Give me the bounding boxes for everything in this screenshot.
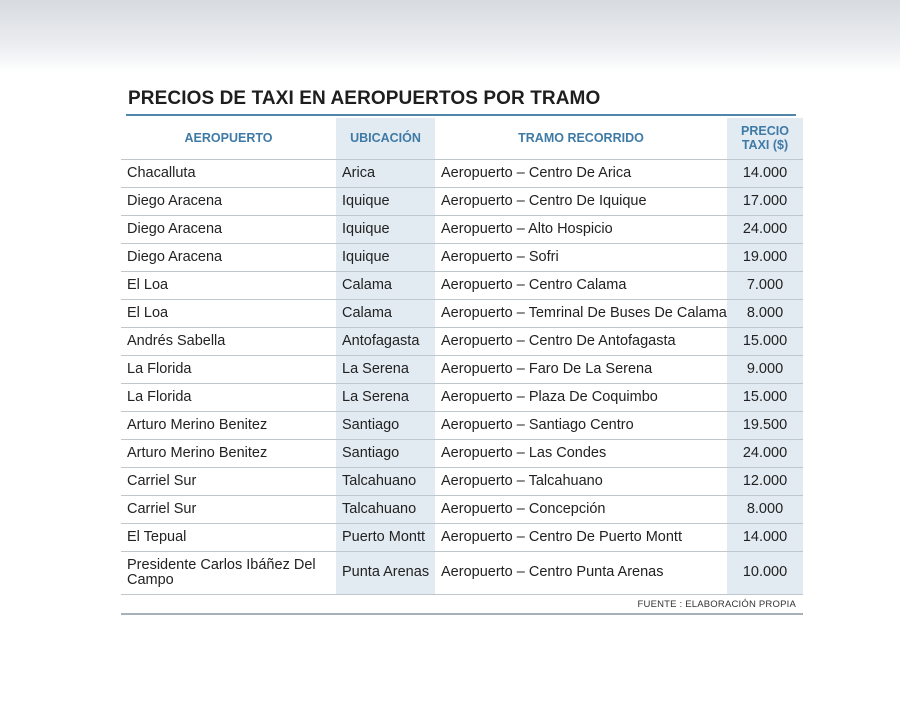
cell-location: Punta Arenas <box>336 551 435 595</box>
cell-location: La Serena <box>336 383 435 412</box>
table-row: La Florida La Serena Aeropuerto – Faro De … <box>121 355 803 384</box>
cell-route: Aeropuerto – Centro De Arica <box>435 159 727 188</box>
cell-price: 9.000 <box>727 355 803 384</box>
cell-location: Antofagasta <box>336 327 435 356</box>
cell-route: Aeropuerto – Plaza De Coquimbo <box>435 383 727 412</box>
table-row: Diego Aracena Iquique Aeropuerto – Alto Ho… <box>121 215 803 244</box>
cell-route: Aeropuerto – Centro Punta Arenas <box>435 551 727 595</box>
cell-price: 15.000 <box>727 327 803 356</box>
cell-airport: Diego Aracena <box>121 243 336 272</box>
cell-airport: Andrés Sabella <box>121 327 336 356</box>
column-header-airport: AEROPUERTO <box>121 118 336 160</box>
price-header-line1: PRECIO <box>741 124 789 139</box>
table-header: AEROPUERTO UBICACIÓN TRAMO RECORRIDO PRE… <box>121 118 803 160</box>
cell-price: 15.000 <box>727 383 803 412</box>
cell-location: Iquique <box>336 243 435 272</box>
table-row: Diego Aracena Iquique Aeropuerto – Sofri 19… <box>121 243 803 272</box>
column-header-route: TRAMO RECORRIDO <box>435 118 727 160</box>
cell-airport: El Loa <box>121 271 336 300</box>
cell-price: 19.500 <box>727 411 803 440</box>
table-row: Arturo Merino Benitez Santiago Aeropuerto … <box>121 411 803 440</box>
cell-price: 14.000 <box>727 523 803 552</box>
cell-route: Aeropuerto – Centro De Antofagasta <box>435 327 727 356</box>
cell-location: Santiago <box>336 411 435 440</box>
cell-airport: Carriel Sur <box>121 467 336 496</box>
cell-route: Aeropuerto – Las Condes <box>435 439 727 468</box>
cell-price: 14.000 <box>727 159 803 188</box>
cell-airport: El Loa <box>121 299 336 328</box>
cell-location: Arica <box>336 159 435 188</box>
cell-airport: El Tepual <box>121 523 336 552</box>
table-row: Presidente Carlos Ibáñez Del Campo Punta … <box>121 551 803 595</box>
table-row: Andrés Sabella Antofagasta Aeropuerto – Ce… <box>121 327 803 356</box>
cell-route: Aeropuerto – Concepción <box>435 495 727 524</box>
table-body: Chacalluta Arica Aeropuerto – Centro De Ar… <box>121 159 803 595</box>
cell-price: 17.000 <box>727 187 803 216</box>
cell-route: Aeropuerto – Talcahuano <box>435 467 727 496</box>
table-row: Diego Aracena Iquique Aeropuerto – Centro … <box>121 187 803 216</box>
cell-route: Aeropuerto – Centro De Iquique <box>435 187 727 216</box>
cell-price: 8.000 <box>727 299 803 328</box>
cell-route: Aeropuerto – Faro De La Serena <box>435 355 727 384</box>
bottom-divider <box>121 613 803 615</box>
cell-route: Aeropuerto – Alto Hospicio <box>435 215 727 244</box>
cell-location: Puerto Montt <box>336 523 435 552</box>
top-gradient-band <box>0 0 900 72</box>
cell-airport: La Florida <box>121 355 336 384</box>
cell-price: 19.000 <box>727 243 803 272</box>
table-row: El Loa Calama Aeropuerto – Temrinal De Bus… <box>121 299 803 328</box>
column-header-location: UBICACIÓN <box>336 118 435 160</box>
cell-route: Aeropuerto – Centro Calama <box>435 271 727 300</box>
cell-price: 8.000 <box>727 495 803 524</box>
cell-route: Aeropuerto – Centro De Puerto Montt <box>435 523 727 552</box>
cell-airport: Carriel Sur <box>121 495 336 524</box>
table-row: Arturo Merino Benitez Santiago Aeropuerto … <box>121 439 803 468</box>
table-row: El Loa Calama Aeropuerto – Centro Calama 7.… <box>121 271 803 300</box>
cell-route: Aeropuerto – Santiago Centro <box>435 411 727 440</box>
cell-location: Iquique <box>336 187 435 216</box>
page-title: PRECIOS DE TAXI EN AEROPUERTOS POR TRAMO <box>128 88 601 109</box>
cell-airport: Presidente Carlos Ibáñez Del Campo <box>121 551 336 595</box>
cell-price: 12.000 <box>727 467 803 496</box>
cell-price: 24.000 <box>727 439 803 468</box>
cell-price: 7.000 <box>727 271 803 300</box>
header-row: AEROPUERTO UBICACIÓN TRAMO RECORRIDO PRE… <box>121 118 803 160</box>
cell-location: Iquique <box>336 215 435 244</box>
cell-airport: Chacalluta <box>121 159 336 188</box>
cell-airport: Arturo Merino Benitez <box>121 439 336 468</box>
taxi-price-table: AEROPUERTO UBICACIÓN TRAMO RECORRIDO PRE… <box>121 118 803 595</box>
source-note: FUENTE : ELABORACIÓN PROPIA <box>637 599 796 610</box>
cell-location: Calama <box>336 299 435 328</box>
cell-airport: Diego Aracena <box>121 215 336 244</box>
cell-location: Santiago <box>336 439 435 468</box>
table-row: La Florida La Serena Aeropuerto – Plaza De… <box>121 383 803 412</box>
cell-price: 24.000 <box>727 215 803 244</box>
table-row: El Tepual Puerto Montt Aeropuerto – Centro… <box>121 523 803 552</box>
cell-location: Talcahuano <box>336 495 435 524</box>
cell-location: Calama <box>336 271 435 300</box>
cell-location: La Serena <box>336 355 435 384</box>
cell-location: Talcahuano <box>336 467 435 496</box>
price-header-line2: TAXI ($) <box>741 138 789 153</box>
table-row: Carriel Sur Talcahuano Aeropuerto – Concep… <box>121 495 803 524</box>
cell-airport: Diego Aracena <box>121 187 336 216</box>
cell-route: Aeropuerto – Sofri <box>435 243 727 272</box>
column-header-price: PRECIO TAXI ($) <box>727 118 803 160</box>
title-divider <box>126 114 796 116</box>
cell-airport: La Florida <box>121 383 336 412</box>
cell-airport: Arturo Merino Benitez <box>121 411 336 440</box>
cell-price: 10.000 <box>727 551 803 595</box>
table-row: Chacalluta Arica Aeropuerto – Centro De Ar… <box>121 159 803 188</box>
cell-route: Aeropuerto – Temrinal De Buses De Calama <box>435 299 727 328</box>
table-row: Carriel Sur Talcahuano Aeropuerto – Talcah… <box>121 467 803 496</box>
